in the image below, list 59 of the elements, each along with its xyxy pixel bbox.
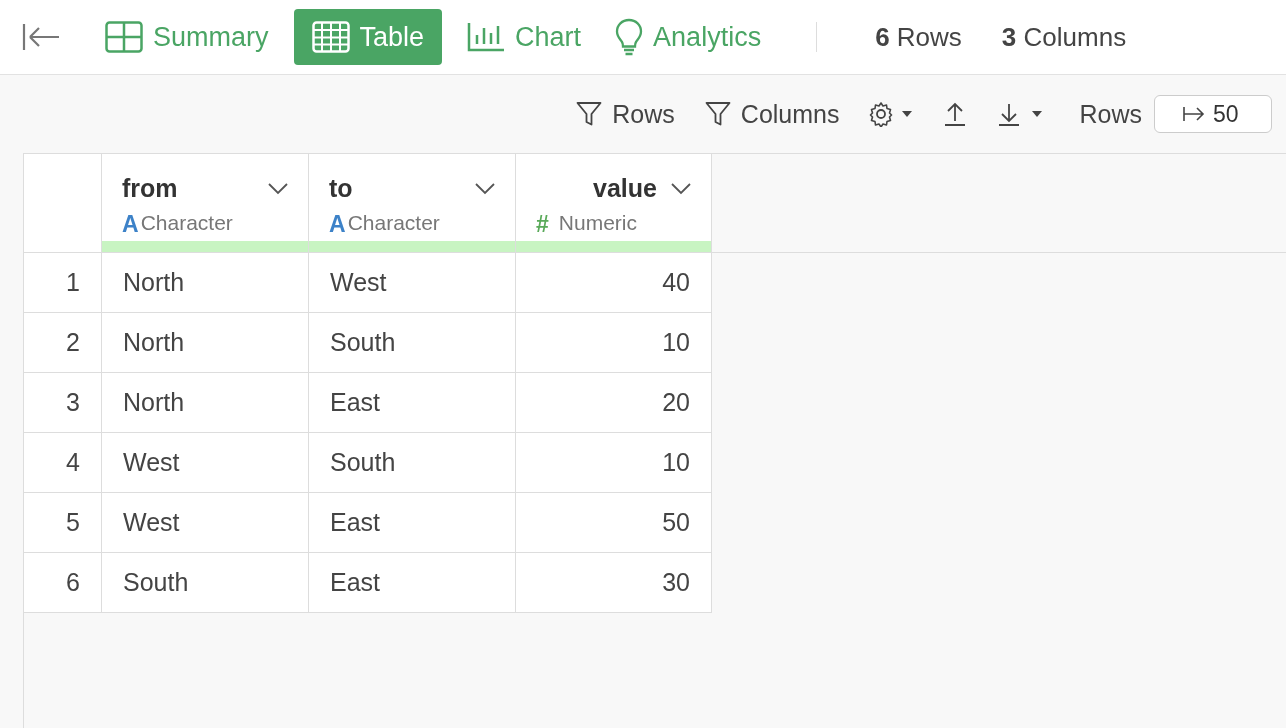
table-cell: West bbox=[309, 253, 516, 313]
settings-icon bbox=[869, 101, 914, 127]
column-type: Numeric bbox=[558, 211, 637, 236]
column-header[interactable]: to ACharacter bbox=[309, 154, 516, 253]
bar-chart-icon bbox=[467, 22, 506, 52]
grid-icon bbox=[105, 21, 143, 53]
table-cell: North bbox=[102, 253, 309, 313]
table-cell: West bbox=[102, 433, 309, 493]
table-cell: 40 bbox=[516, 253, 712, 313]
upload-icon bbox=[943, 101, 968, 127]
download-icon bbox=[997, 101, 1044, 127]
column-header[interactable]: from ACharacter bbox=[102, 154, 309, 253]
row-number: 3 bbox=[24, 373, 102, 433]
upload-button[interactable] bbox=[943, 101, 968, 127]
table-cell: East bbox=[309, 553, 516, 613]
table-cell: 30 bbox=[516, 553, 712, 613]
row-number: 6 bbox=[24, 553, 102, 613]
column-type: Character bbox=[140, 211, 233, 236]
column-name: value bbox=[593, 174, 657, 203]
filter-button[interactable]: Columns bbox=[704, 99, 840, 129]
table-cell: West bbox=[102, 493, 309, 553]
table-cell: South bbox=[102, 553, 309, 613]
table-cell: North bbox=[102, 373, 309, 433]
filter-button[interactable]: Rows bbox=[576, 99, 675, 129]
row-limit-field[interactable]: 50 bbox=[1154, 95, 1272, 133]
column-header[interactable]: value # Numeric bbox=[516, 154, 712, 253]
table-icon bbox=[311, 21, 350, 53]
table-cell: East bbox=[309, 373, 516, 433]
row-number: 5 bbox=[24, 493, 102, 553]
rows-label: Rows bbox=[1079, 99, 1142, 129]
type-mark: A bbox=[329, 211, 346, 238]
row-number: 1 bbox=[24, 253, 102, 313]
summary-count: 6 Rows bbox=[875, 21, 962, 53]
filter-icon bbox=[576, 101, 603, 127]
table-cell: 10 bbox=[516, 313, 712, 373]
table-cell: 20 bbox=[516, 373, 712, 433]
jump-to-end-icon bbox=[1183, 105, 1205, 123]
lightbulb-icon bbox=[615, 18, 644, 56]
filter-icon bbox=[704, 101, 731, 127]
type-mark: # bbox=[536, 211, 549, 238]
settings-button[interactable] bbox=[869, 101, 914, 127]
chevron-down-icon[interactable] bbox=[268, 182, 288, 195]
table-cell: East bbox=[309, 493, 516, 553]
row-number: 2 bbox=[24, 313, 102, 373]
column-name: to bbox=[329, 174, 353, 203]
chevron-down-icon[interactable] bbox=[671, 182, 691, 195]
table-cell: South bbox=[309, 433, 516, 493]
chevron-down-icon[interactable] bbox=[475, 182, 495, 195]
download-button[interactable] bbox=[997, 101, 1044, 127]
table-cell: North bbox=[102, 313, 309, 373]
type-mark: A bbox=[122, 211, 139, 238]
column-type: Character bbox=[347, 211, 440, 236]
row-number: 4 bbox=[24, 433, 102, 493]
table-cell: 50 bbox=[516, 493, 712, 553]
table-cell: 10 bbox=[516, 433, 712, 493]
collapse-sidebar-icon[interactable] bbox=[22, 23, 60, 51]
table-cell: South bbox=[309, 313, 516, 373]
column-name: from bbox=[122, 174, 178, 203]
summary-count: 3 Columns bbox=[1001, 21, 1127, 53]
